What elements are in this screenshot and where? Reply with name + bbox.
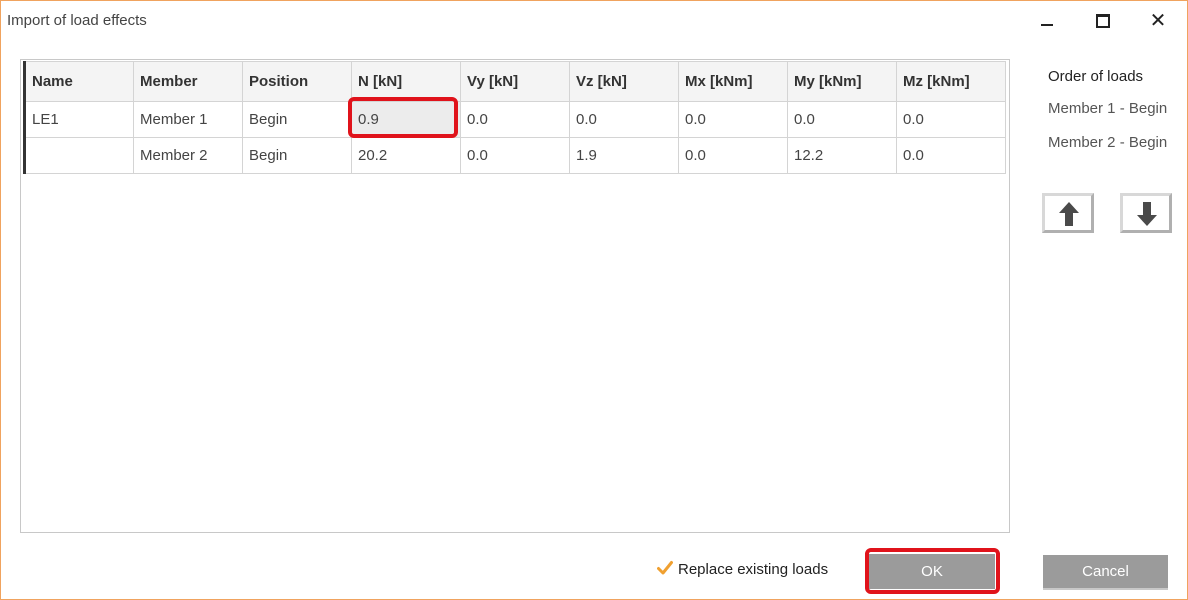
header-member[interactable]: Member bbox=[133, 61, 243, 102]
cell-vz[interactable]: 1.9 bbox=[569, 137, 679, 174]
arrow-down-icon bbox=[1137, 202, 1157, 226]
cell-n[interactable]: 20.2 bbox=[351, 137, 461, 174]
cancel-button[interactable]: Cancel bbox=[1043, 555, 1168, 590]
table-row[interactable]: LE1 Member 1 Begin 0.9 0.0 0.0 0.0 0.0 0… bbox=[23, 101, 1006, 138]
ok-button[interactable]: OK bbox=[869, 554, 995, 589]
cell-position[interactable]: Begin bbox=[242, 101, 352, 138]
cell-name[interactable] bbox=[23, 137, 134, 174]
close-button[interactable]: ✕ bbox=[1146, 10, 1170, 32]
header-n[interactable]: N [kN] bbox=[351, 61, 461, 102]
minimize-button[interactable] bbox=[1035, 10, 1059, 32]
header-vy[interactable]: Vy [kN] bbox=[460, 61, 570, 102]
move-down-button[interactable] bbox=[1120, 193, 1172, 233]
cell-mz[interactable]: 0.0 bbox=[896, 101, 1006, 138]
cell-vz[interactable]: 0.0 bbox=[569, 101, 679, 138]
cell-vy[interactable]: 0.0 bbox=[460, 101, 570, 138]
cell-member[interactable]: Member 2 bbox=[133, 137, 243, 174]
cell-mx[interactable]: 0.0 bbox=[678, 101, 788, 138]
arrow-up-icon bbox=[1059, 202, 1079, 226]
table-header-row: Name Member Position N [kN] Vy [kN] Vz [… bbox=[23, 61, 1006, 102]
checkmark-icon bbox=[657, 561, 673, 575]
cell-position[interactable]: Begin bbox=[242, 137, 352, 174]
replace-existing-loads-label[interactable]: Replace existing loads bbox=[678, 561, 828, 578]
maximize-button[interactable] bbox=[1091, 10, 1115, 32]
load-effects-grid: Name Member Position N [kN] Vy [kN] Vz [… bbox=[20, 59, 1010, 533]
order-item-member-2[interactable]: Member 2 - Begin bbox=[1048, 134, 1167, 151]
cell-my[interactable]: 0.0 bbox=[787, 101, 897, 138]
order-of-loads-title: Order of loads bbox=[1048, 68, 1144, 85]
header-my[interactable]: My [kNm] bbox=[787, 61, 897, 102]
load-effects-table: Name Member Position N [kN] Vy [kN] Vz [… bbox=[23, 61, 1006, 174]
replace-existing-loads-checkbox[interactable] bbox=[657, 560, 673, 576]
table-row[interactable]: Member 2 Begin 20.2 0.0 1.9 0.0 12.2 0.0 bbox=[23, 137, 1006, 174]
cell-vy[interactable]: 0.0 bbox=[460, 137, 570, 174]
cell-member[interactable]: Member 1 bbox=[133, 101, 243, 138]
cell-my[interactable]: 12.2 bbox=[787, 137, 897, 174]
move-up-button[interactable] bbox=[1042, 193, 1094, 233]
window-title: Import of load effects bbox=[7, 12, 147, 29]
header-mx[interactable]: Mx [kNm] bbox=[678, 61, 788, 102]
cell-name[interactable]: LE1 bbox=[23, 101, 134, 138]
cell-mz[interactable]: 0.0 bbox=[896, 137, 1006, 174]
cell-n-selected[interactable]: 0.9 bbox=[351, 101, 461, 138]
header-name[interactable]: Name bbox=[23, 61, 134, 102]
header-vz[interactable]: Vz [kN] bbox=[569, 61, 679, 102]
header-position[interactable]: Position bbox=[242, 61, 352, 102]
header-mz[interactable]: Mz [kNm] bbox=[896, 61, 1006, 102]
cell-mx[interactable]: 0.0 bbox=[678, 137, 788, 174]
order-item-member-1[interactable]: Member 1 - Begin bbox=[1048, 100, 1167, 117]
